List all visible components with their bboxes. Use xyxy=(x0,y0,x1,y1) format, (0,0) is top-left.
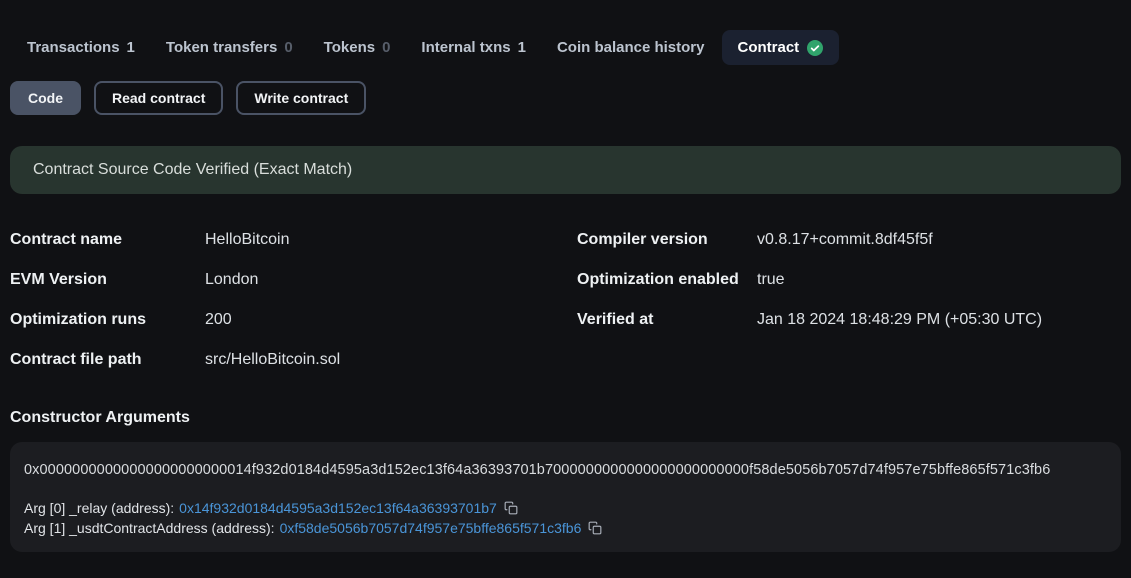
decoded-args-list: Arg [0] _relay (address): 0x14f932d0184d… xyxy=(24,500,1107,536)
tab-token-transfers[interactable]: Token transfers 0 xyxy=(166,39,293,56)
tab-contract-selected[interactable]: Contract xyxy=(722,30,840,65)
tab-count: 0 xyxy=(284,39,292,56)
raw-constructor-args: 0x00000000000000000000000014f932d0184d45… xyxy=(24,462,1107,478)
detail-label: Optimization runs xyxy=(10,300,205,340)
evm-version-value: London xyxy=(205,260,577,300)
arg-address-link[interactable]: 0x14f932d0184d4595a3d152ec13f64a36393701… xyxy=(179,500,497,516)
contract-subtab-bar: Code Read contract Write contract xyxy=(10,81,1131,115)
arg-label: Arg [0] _relay (address): xyxy=(24,500,174,516)
write-contract-button[interactable]: Write contract xyxy=(236,81,366,115)
tab-label: Contract xyxy=(738,39,800,56)
detail-label: Contract name xyxy=(10,220,205,260)
tab-label: Coin balance history xyxy=(557,39,705,56)
tab-label: Token transfers xyxy=(166,39,277,56)
compiler-version-value: v0.8.17+commit.8df45f5f xyxy=(757,220,1131,260)
verified-at-value: Jan 18 2024 18:48:29 PM (+05:30 UTC) xyxy=(757,300,1131,340)
tab-count: 1 xyxy=(518,39,526,56)
tab-transactions[interactable]: Transactions 1 xyxy=(27,39,135,56)
tab-count: 1 xyxy=(127,39,135,56)
arg-row-0: Arg [0] _relay (address): 0x14f932d0184d… xyxy=(24,500,1107,516)
arg-row-1: Arg [1] _usdtContractAddress (address): … xyxy=(24,520,1107,536)
tab-count: 0 xyxy=(382,39,390,56)
arg-address-link[interactable]: 0xf58de5056b7057d74f957e75bffe865f571c3f… xyxy=(280,520,582,536)
tab-label: Tokens xyxy=(324,39,375,56)
constructor-arguments-title: Constructor Arguments xyxy=(10,409,1131,427)
code-button[interactable]: Code xyxy=(10,81,81,115)
tab-label: Internal txns xyxy=(421,39,510,56)
verified-banner-text: Contract Source Code Verified (Exact Mat… xyxy=(33,161,352,179)
check-circle-icon xyxy=(807,40,823,56)
detail-label: Compiler version xyxy=(577,220,757,260)
detail-label: Optimization enabled xyxy=(577,260,757,300)
contract-file-path-value: src/HelloBitcoin.sol xyxy=(205,340,577,380)
tab-bar: Transactions 1 Token transfers 0 Tokens … xyxy=(0,0,1131,68)
tab-tokens[interactable]: Tokens 0 xyxy=(324,39,391,56)
tab-label: Transactions xyxy=(27,39,120,56)
copy-icon[interactable] xyxy=(588,521,602,535)
optimization-enabled-value: true xyxy=(757,260,1131,300)
tab-coin-balance-history[interactable]: Coin balance history xyxy=(557,39,705,56)
detail-label: EVM Version xyxy=(10,260,205,300)
detail-label: Contract file path xyxy=(10,340,205,380)
arg-label: Arg [1] _usdtContractAddress (address): xyxy=(24,520,275,536)
read-contract-button[interactable]: Read contract xyxy=(94,81,223,115)
contract-name-value: HelloBitcoin xyxy=(205,220,577,260)
verified-banner: Contract Source Code Verified (Exact Mat… xyxy=(10,146,1121,194)
detail-label: Verified at xyxy=(577,300,757,340)
tab-internal-txns[interactable]: Internal txns 1 xyxy=(421,39,526,56)
optimization-runs-value: 200 xyxy=(205,300,577,340)
contract-details-grid: Contract name HelloBitcoin Compiler vers… xyxy=(10,220,1131,380)
copy-icon[interactable] xyxy=(504,501,518,515)
constructor-args-panel: 0x00000000000000000000000014f932d0184d45… xyxy=(10,442,1121,552)
